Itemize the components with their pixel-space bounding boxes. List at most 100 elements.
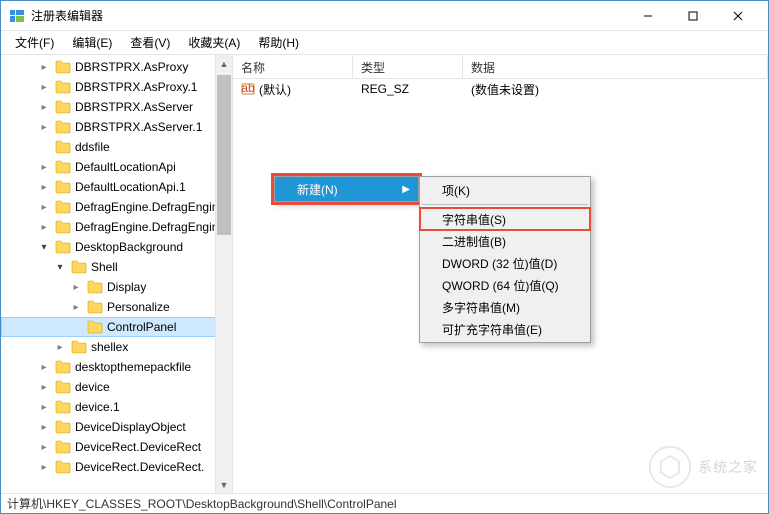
folder-icon	[55, 140, 71, 154]
tree-item-device[interactable]: device	[1, 377, 232, 397]
ctx-expand[interactable]: 可扩充字符串值(E)	[420, 318, 590, 340]
chevron-icon[interactable]	[37, 222, 51, 233]
chevron-icon[interactable]	[37, 122, 51, 133]
menu-view[interactable]: 查看(V)	[122, 31, 178, 54]
tree-item-label: DBRSTPRX.AsServer	[75, 100, 193, 114]
chevron-icon[interactable]	[37, 162, 51, 173]
ctx-new-label: 新建(N)	[297, 181, 338, 198]
tree-item-devicedisplayobject[interactable]: DeviceDisplayObject	[1, 417, 232, 437]
ctx-key[interactable]: 项(K)	[420, 179, 590, 201]
ctx-qword[interactable]: QWORD (64 位)值(Q)	[420, 274, 590, 296]
tree-item-label: Display	[107, 280, 146, 294]
minimize-button[interactable]	[625, 2, 670, 30]
chevron-icon[interactable]	[69, 302, 83, 313]
folder-icon	[71, 340, 87, 354]
tree-panel: DBRSTPRX.AsProxyDBRSTPRX.AsProxy.1 DBRSTP…	[1, 55, 233, 493]
window-title: 注册表编辑器	[31, 7, 625, 24]
column-type[interactable]: 类型	[353, 55, 463, 78]
folder-icon	[55, 400, 71, 414]
tree-item-desktopbackground[interactable]: DesktopBackground	[1, 237, 232, 257]
folder-icon	[55, 80, 71, 94]
chevron-icon[interactable]	[37, 362, 51, 373]
chevron-icon[interactable]	[37, 462, 51, 473]
tree-item-shell[interactable]: Shell	[1, 257, 232, 277]
chevron-icon[interactable]	[37, 402, 51, 413]
folder-icon	[55, 380, 71, 394]
menu-edit[interactable]: 编辑(E)	[64, 31, 120, 54]
folder-icon	[55, 60, 71, 74]
tree-item-defaultlocationapi-1[interactable]: DefaultLocationApi.1	[1, 177, 232, 197]
chevron-icon[interactable]	[37, 62, 51, 73]
tree-item-devicerect-devicerect-[interactable]: DeviceRect.DeviceRect.	[1, 457, 232, 477]
submenu-arrow-icon: ▶	[402, 184, 410, 195]
tree-item-defragengine-defragengine[interactable]: DefragEngine.DefragEngine	[1, 217, 232, 237]
tree-item-label: Personalize	[107, 300, 170, 314]
context-submenu: 项(K) 字符串值(S) 二进制值(B) DWORD (32 位)值(D) QW…	[419, 176, 591, 343]
statusbar: 计算机\HKEY_CLASSES_ROOT\DesktopBackground\…	[1, 493, 768, 513]
tree-item-label: shellex	[91, 340, 128, 354]
svg-text:ab: ab	[241, 82, 255, 95]
folder-icon	[55, 420, 71, 434]
tree-item-dbrstprx-asproxy-1[interactable]: DBRSTPRX.AsProxy.1	[1, 77, 232, 97]
tree-item-label: DeviceRect.DeviceRect.	[75, 460, 204, 474]
tree-item-dbrstprx-asserver-1[interactable]: DBRSTPRX.AsServer.1	[1, 117, 232, 137]
tree-item-devicerect-devicerect[interactable]: DeviceRect.DeviceRect	[1, 437, 232, 457]
string-value-icon: ab	[241, 82, 255, 96]
chevron-icon[interactable]	[69, 282, 83, 293]
value-data: (数值未设置)	[463, 79, 768, 100]
column-data[interactable]: 数据	[463, 55, 768, 78]
menu-favorites[interactable]: 收藏夹(A)	[180, 31, 248, 54]
menu-file[interactable]: 文件(F)	[7, 31, 62, 54]
scroll-down-icon[interactable]: ▼	[216, 476, 232, 493]
tree-item-label: desktopthemepackfile	[75, 360, 191, 374]
tree-item-label: DeviceRect.DeviceRect	[75, 440, 201, 454]
value-type: REG_SZ	[353, 80, 463, 98]
tree-item-ddsfile[interactable]: ddsfile	[1, 137, 232, 157]
scroll-up-icon[interactable]: ▲	[216, 55, 232, 72]
folder-icon	[55, 180, 71, 194]
folder-icon	[55, 160, 71, 174]
ctx-dword[interactable]: DWORD (32 位)值(D)	[420, 252, 590, 274]
ctx-new[interactable]: 新建(N) ▶	[275, 177, 418, 201]
chevron-icon[interactable]	[37, 82, 51, 93]
ctx-binary[interactable]: 二进制值(B)	[420, 230, 590, 252]
menu-help[interactable]: 帮助(H)	[250, 31, 307, 54]
tree-item-shellex[interactable]: shellex	[1, 337, 232, 357]
tree-item-dbrstprx-asserver[interactable]: DBRSTPRX.AsServer	[1, 97, 232, 117]
chevron-icon[interactable]	[37, 102, 51, 113]
maximize-button[interactable]	[670, 2, 715, 30]
ctx-multi[interactable]: 多字符串值(M)	[420, 296, 590, 318]
folder-icon	[87, 320, 103, 334]
folder-icon	[55, 100, 71, 114]
tree-item-desktopthemepackfile[interactable]: desktopthemepackfile	[1, 357, 232, 377]
tree-scrollbar[interactable]: ▲ ▼	[215, 55, 232, 493]
tree-item-controlpanel[interactable]: ControlPanel	[1, 317, 232, 337]
tree-item-device-1[interactable]: device.1	[1, 397, 232, 417]
tree-item-personalize[interactable]: Personalize	[1, 297, 232, 317]
menu-separator	[422, 204, 588, 205]
chevron-icon[interactable]	[37, 202, 51, 213]
chevron-icon[interactable]	[37, 442, 51, 453]
folder-icon	[55, 460, 71, 474]
close-button[interactable]	[715, 2, 760, 30]
chevron-icon[interactable]	[37, 382, 51, 393]
chevron-icon[interactable]	[37, 422, 51, 433]
folder-icon	[55, 200, 71, 214]
tree-item-label: ddsfile	[75, 140, 110, 154]
folder-icon	[55, 440, 71, 454]
chevron-icon[interactable]	[37, 182, 51, 193]
chevron-icon[interactable]	[53, 342, 67, 353]
app-icon	[9, 8, 25, 24]
tree-item-display[interactable]: Display	[1, 277, 232, 297]
chevron-icon[interactable]	[37, 242, 51, 253]
column-name[interactable]: 名称	[233, 55, 353, 78]
tree-item-defaultlocationapi[interactable]: DefaultLocationApi	[1, 157, 232, 177]
list-row[interactable]: ab (默认) REG_SZ (数值未设置)	[233, 79, 768, 99]
scroll-thumb[interactable]	[217, 75, 231, 235]
chevron-icon[interactable]	[53, 262, 67, 273]
tree-item-label: Shell	[91, 260, 118, 274]
tree-item-defragengine-defragengine[interactable]: DefragEngine.DefragEngine	[1, 197, 232, 217]
tree-item-dbrstprx-asproxy[interactable]: DBRSTPRX.AsProxy	[1, 57, 232, 77]
ctx-string[interactable]: 字符串值(S)	[420, 208, 590, 230]
folder-icon	[55, 120, 71, 134]
